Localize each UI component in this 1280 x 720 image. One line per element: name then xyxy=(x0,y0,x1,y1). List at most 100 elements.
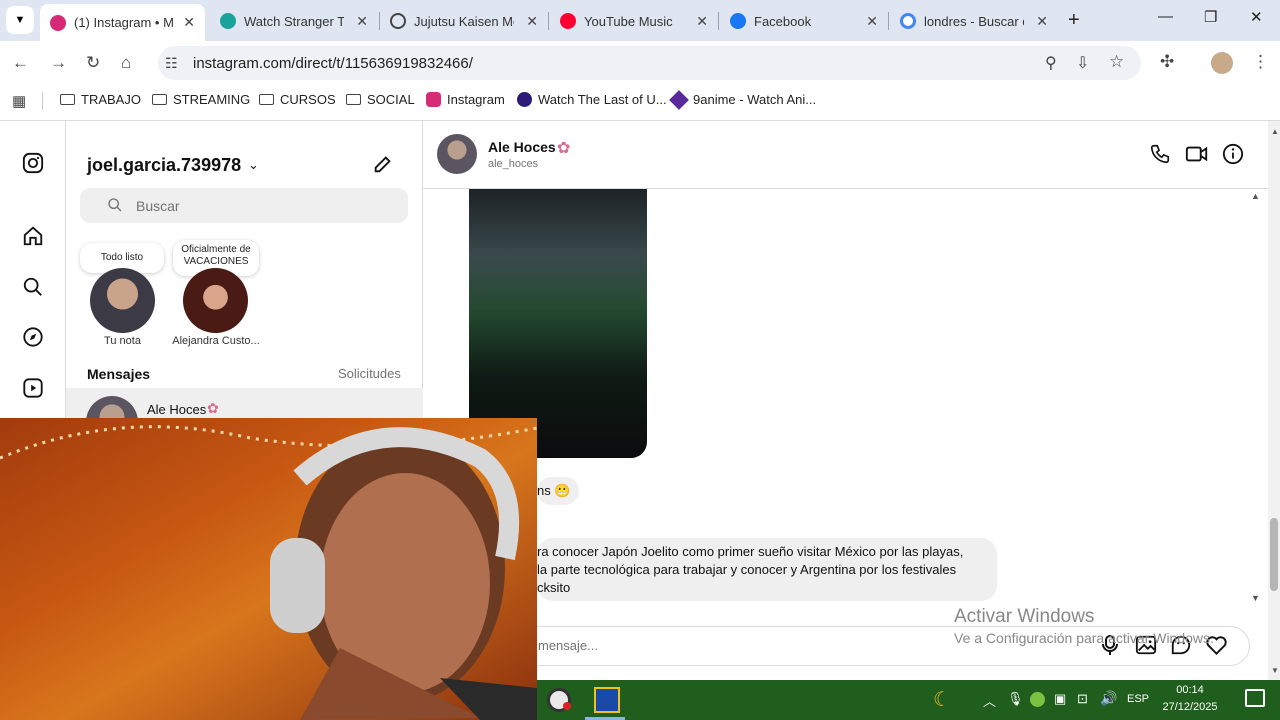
home-icon[interactable] xyxy=(22,225,44,247)
install-app-icon[interactable]: ⇩ xyxy=(1076,53,1089,73)
night-light-moon-icon[interactable]: ☾ xyxy=(933,687,951,712)
message-input-placeholder[interactable]: mensaje... xyxy=(538,638,598,653)
clock-date[interactable]: 27/12/2025 xyxy=(1155,701,1225,713)
account-username[interactable]: joel.garcia.739978 xyxy=(87,155,241,176)
url-text[interactable]: instagram.com/direct/t/115636919832466/ xyxy=(193,55,473,72)
tab-jujutsu-kaisen[interactable]: Jujutsu Kaisen Mo ✕ xyxy=(380,6,548,36)
google-favicon-icon xyxy=(900,13,916,29)
recording-dot-icon xyxy=(563,702,571,710)
video-call-icon[interactable] xyxy=(1185,143,1209,165)
windows-taskbar: ☾ ︿ 🎙 ▣ ⊡ 🔊 ESP 00:14 27/12/2025 xyxy=(537,680,1280,720)
back-icon[interactable]: ← xyxy=(12,53,29,73)
scroll-up-icon[interactable]: ▲ xyxy=(1271,127,1279,136)
close-tab-icon[interactable]: ✕ xyxy=(356,13,368,30)
chevron-down-icon[interactable]: ⌄ xyxy=(248,157,259,173)
bookmark-trabajo[interactable]: TRABAJO xyxy=(60,92,141,107)
scroll-down-icon[interactable]: ▼ xyxy=(1271,666,1279,675)
activate-windows-subtitle: Ve a Configuración para activar Windows. xyxy=(954,630,1214,646)
menu-kebab-icon[interactable]: ⋮ xyxy=(1252,52,1269,72)
browser-tab-strip: ▼ (1) Instagram • Me ✕ Watch Stranger Th… xyxy=(0,0,1280,41)
tab-instagram[interactable]: (1) Instagram • Me ✕ xyxy=(40,4,205,41)
close-window-button[interactable]: ✕ xyxy=(1250,8,1263,26)
profile-avatar[interactable] xyxy=(1211,52,1233,74)
clock-time[interactable]: 00:14 xyxy=(1155,684,1225,696)
conversation-name: Ale Hoces xyxy=(147,402,207,417)
close-tab-icon[interactable]: ✕ xyxy=(1036,13,1048,30)
reels-icon[interactable] xyxy=(22,377,44,399)
folder-icon xyxy=(346,94,361,105)
language-indicator[interactable]: ESP xyxy=(1127,693,1149,705)
note-author: Alejandra Custo... xyxy=(172,335,260,347)
notification-center-icon[interactable] xyxy=(1245,689,1265,707)
youtube-music-favicon-icon xyxy=(560,13,576,29)
camera-tray-icon[interactable]: ▣ xyxy=(1054,691,1066,707)
inner-scroll-up-icon[interactable]: ▲ xyxy=(1251,191,1260,201)
chat-header xyxy=(423,121,1268,189)
play-icon xyxy=(517,92,532,107)
requests-link[interactable]: Solicitudes xyxy=(338,366,401,381)
close-tab-icon[interactable]: ✕ xyxy=(183,14,195,31)
instagram-logo-icon[interactable] xyxy=(22,152,44,174)
search-icon[interactable] xyxy=(22,276,44,298)
site-favicon-icon xyxy=(220,13,236,29)
volume-icon[interactable]: 🔊 xyxy=(1100,690,1117,707)
search-field[interactable] xyxy=(80,188,408,223)
bookmark-star-icon[interactable]: ☆ xyxy=(1109,52,1124,72)
chat-avatar[interactable] xyxy=(437,134,477,174)
network-icon[interactable]: ⊡ xyxy=(1077,691,1088,707)
minimize-button[interactable]: — xyxy=(1158,8,1173,25)
bookmark-cursos[interactable]: CURSOS xyxy=(259,92,336,107)
message-bubble: ns 😬 xyxy=(537,477,579,505)
site-info-icon[interactable]: ☷ xyxy=(165,55,178,72)
app-tray-icon[interactable] xyxy=(1030,692,1045,707)
instagram-icon xyxy=(426,92,441,107)
zoom-icon[interactable]: ⚲ xyxy=(1045,53,1057,73)
avatar[interactable] xyxy=(183,268,248,333)
explore-compass-icon[interactable] xyxy=(22,326,44,348)
extensions-icon[interactable]: ✣ xyxy=(1160,52,1174,72)
pinned-app-icon[interactable] xyxy=(594,687,620,713)
webcam-overlay xyxy=(0,418,537,720)
search-placeholder: Buscar xyxy=(136,198,180,214)
close-tab-icon[interactable]: ✕ xyxy=(866,13,878,30)
folder-icon xyxy=(259,94,274,105)
bookmark-last-of-us[interactable]: Watch The Last of U... xyxy=(517,92,667,107)
reload-icon[interactable]: ↻ xyxy=(86,53,100,73)
forward-icon[interactable]: → xyxy=(50,53,67,73)
scrollbar-thumb[interactable] xyxy=(1270,518,1278,591)
message-bubble: ra conocer Japón Joelito como primer sue… xyxy=(537,538,997,601)
chat-scrollbar[interactable]: ▲ ▼ xyxy=(1268,121,1280,680)
mic-tray-icon[interactable]: 🎙 xyxy=(1007,691,1024,707)
new-tab-button[interactable]: + xyxy=(1068,9,1080,32)
avatar[interactable] xyxy=(90,268,155,333)
phone-call-icon[interactable] xyxy=(1149,143,1171,165)
activate-windows-title: Activar Windows xyxy=(954,606,1095,627)
close-tab-icon[interactable]: ✕ xyxy=(696,13,708,30)
message-line: la parte tecnológica para trabajar y con… xyxy=(537,562,957,577)
tab-stranger-things[interactable]: Watch Stranger Th ✕ xyxy=(210,6,378,36)
close-tab-icon[interactable]: ✕ xyxy=(526,13,538,30)
note-author: Tu nota xyxy=(104,335,141,347)
flower-emoji-icon: ✿ xyxy=(557,140,571,157)
bookmark-9anime[interactable]: 9anime - Watch Ani... xyxy=(669,89,816,110)
inner-scroll-down-icon[interactable]: ▼ xyxy=(1251,593,1260,603)
tab-google-search[interactable]: londres - Buscar c ✕ xyxy=(890,6,1058,36)
restore-button[interactable]: ❐ xyxy=(1204,8,1217,26)
new-message-icon[interactable] xyxy=(372,153,394,175)
chat-title[interactable]: Ale Hoces xyxy=(488,139,556,155)
message-line: cksito xyxy=(537,580,571,595)
bookmark-instagram[interactable]: Instagram xyxy=(426,92,505,107)
bookmark-streaming[interactable]: STREAMING xyxy=(152,92,250,107)
info-icon[interactable] xyxy=(1222,143,1244,165)
bookmark-social[interactable]: SOCIAL xyxy=(346,92,415,107)
tab-youtube-music[interactable]: YouTube Music ✕ xyxy=(550,6,718,36)
home-icon[interactable]: ⌂ xyxy=(121,53,131,73)
apps-grid-icon[interactable]: ▦ xyxy=(12,92,26,110)
tray-chevron-up-icon[interactable]: ︿ xyxy=(983,691,996,710)
tab-facebook[interactable]: Facebook ✕ xyxy=(720,6,888,36)
webcam-person-image xyxy=(0,425,537,720)
message-line: ra conocer Japón Joelito como primer sue… xyxy=(537,544,964,559)
tab-search-button[interactable]: ▼ xyxy=(6,6,34,34)
instagram-nav-rail xyxy=(0,121,66,421)
diamond-icon xyxy=(669,89,689,110)
